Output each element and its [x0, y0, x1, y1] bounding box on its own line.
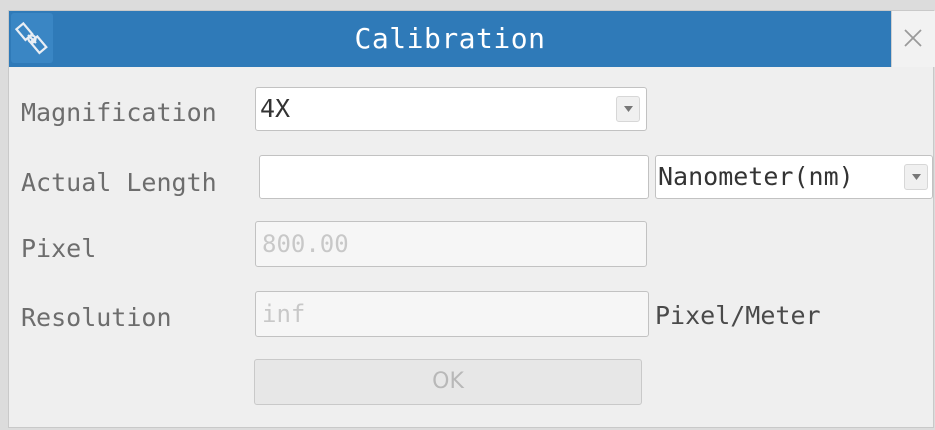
resolution-unit-label: Pixel/Meter: [655, 301, 821, 330]
resolution-label: Resolution: [21, 303, 172, 332]
pixel-label: Pixel: [21, 234, 97, 263]
close-button[interactable]: [891, 11, 935, 67]
length-unit-select[interactable]: Nanometer(nm): [655, 155, 933, 199]
magnification-label: Magnification: [21, 98, 217, 127]
chevron-down-icon: [912, 174, 921, 180]
actual-length-label: Actual Length: [21, 168, 217, 197]
magnification-select[interactable]: 4X: [255, 87, 647, 131]
magnification-value: 4X: [260, 94, 291, 123]
pixel-input: [255, 221, 647, 267]
ok-button[interactable]: OK: [254, 359, 642, 405]
dialog-title: Calibration: [354, 22, 546, 55]
calibration-dialog: Calibration Magnification 4X Actual Leng…: [8, 10, 935, 428]
length-unit-value: Nanometer(nm): [658, 162, 854, 191]
actual-length-input[interactable]: [259, 155, 649, 199]
close-icon: [904, 29, 922, 47]
chevron-down-icon: [624, 106, 633, 112]
magnification-dropdown-button[interactable]: [616, 96, 640, 122]
length-unit-dropdown-button[interactable]: [904, 164, 928, 190]
title-bar[interactable]: Calibration: [9, 11, 935, 67]
resolution-input: [255, 291, 649, 337]
